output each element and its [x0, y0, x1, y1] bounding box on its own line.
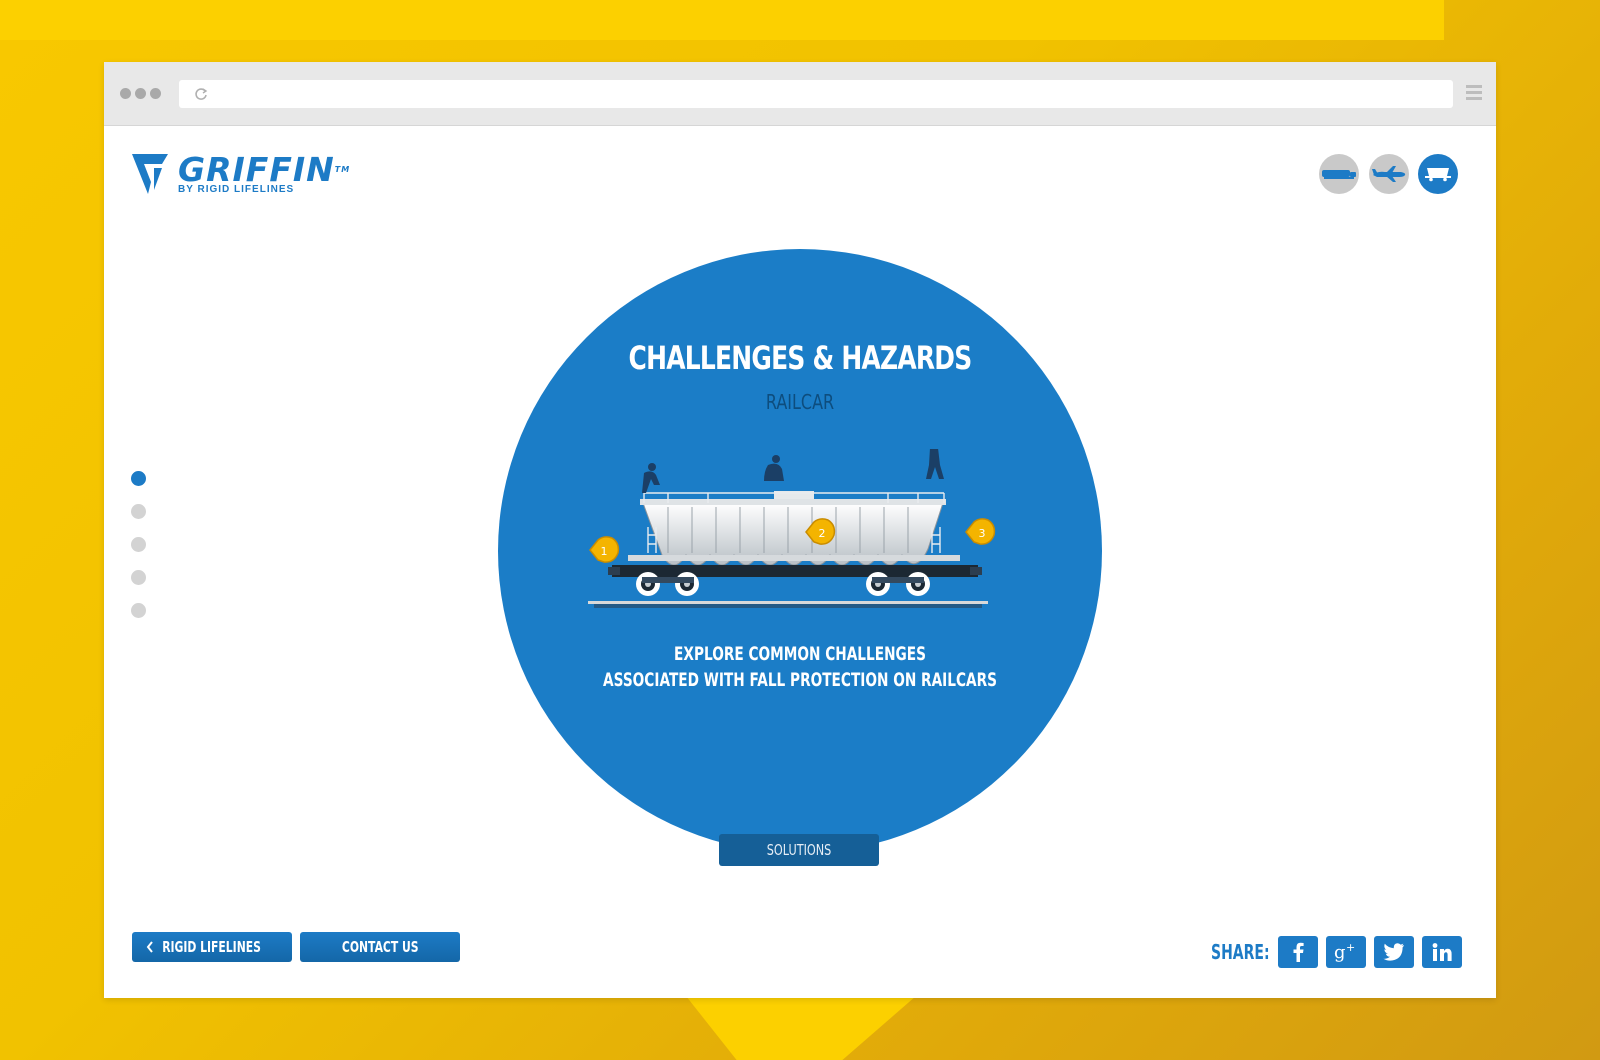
- google-plus-icon: g +: [1334, 941, 1355, 963]
- browser-window: GRIFFINTM BY RIGID LIFELINES CHALLENGES …: [104, 62, 1496, 998]
- solutions-button-label: SOLUTIONS: [766, 841, 832, 859]
- hotspot-label-2: 2: [819, 527, 826, 540]
- contact-us-button[interactable]: CONTACT US: [300, 932, 460, 962]
- share-label: SHARE:: [1211, 940, 1270, 964]
- address-bar[interactable]: [179, 80, 1453, 108]
- hotspot-marker-2[interactable]: 2: [804, 517, 838, 547]
- railcar-illustration: [588, 449, 988, 608]
- truck-icon: [1322, 170, 1356, 179]
- hamburger-menu-icon[interactable]: [1466, 85, 1482, 101]
- linkedin-icon: [1432, 943, 1452, 961]
- google-plus-share-button[interactable]: g +: [1326, 936, 1366, 968]
- rigid-lifelines-button-label: RIGID LIFELINES: [162, 938, 262, 956]
- linkedin-share-button[interactable]: [1422, 936, 1462, 968]
- chevron-left-icon: [146, 941, 153, 953]
- airplane-mode-button[interactable]: [1369, 154, 1409, 194]
- hero-circle: CHALLENGES & HAZARDS RAILCAR 1 2 3 EXPLO…: [498, 249, 1102, 892]
- railcar-icon: [1425, 168, 1451, 182]
- svg-text:+: +: [1346, 941, 1355, 954]
- svg-text:g: g: [1334, 942, 1346, 963]
- window-controls-icon[interactable]: [120, 88, 161, 99]
- twitter-share-button[interactable]: [1374, 936, 1414, 968]
- facebook-icon: [1293, 942, 1304, 962]
- background-triangle: [686, 996, 916, 1060]
- browser-chrome: [104, 62, 1496, 126]
- railcar-mode-button[interactable]: [1418, 154, 1458, 194]
- hotspot-marker-3[interactable]: 3: [964, 517, 998, 547]
- griffin-logo-mark-icon: [132, 154, 168, 194]
- background-top-band: [0, 0, 1444, 40]
- airplane-icon: [1372, 166, 1406, 182]
- contact-us-button-label: CONTACT US: [341, 938, 419, 956]
- hero-description-line-2: ASSOCIATED WITH FALL PROTECTION ON RAILC…: [603, 669, 997, 691]
- reload-icon[interactable]: [193, 86, 209, 102]
- hero-subtitle: RAILCAR: [765, 390, 835, 414]
- hotspot-label-3: 3: [979, 527, 986, 540]
- section-dot-1[interactable]: [131, 471, 146, 486]
- hero-description-line-1: EXPLORE COMMON CHALLENGES: [674, 643, 926, 665]
- rigid-lifelines-back-button[interactable]: RIGID LIFELINES: [132, 932, 292, 962]
- hero-description: EXPLORE COMMON CHALLENGES ASSOCIATED WIT…: [583, 641, 1018, 693]
- hotspot-marker-1[interactable]: 1: [588, 535, 622, 565]
- hero-title: CHALLENGES & HAZARDS: [628, 339, 973, 377]
- truck-mode-button[interactable]: [1319, 154, 1359, 194]
- section-dot-2[interactable]: [131, 504, 146, 519]
- section-dot-5[interactable]: [131, 603, 146, 618]
- facebook-share-button[interactable]: [1278, 936, 1318, 968]
- hotspot-label-1: 1: [601, 545, 608, 558]
- logo-trademark: TM: [334, 165, 351, 174]
- griffin-logo[interactable]: GRIFFINTM BY RIGID LIFELINES: [132, 153, 351, 196]
- chevron-down-icon[interactable]: [786, 877, 810, 893]
- twitter-icon: [1383, 943, 1404, 961]
- section-dot-3[interactable]: [131, 537, 146, 552]
- solutions-button[interactable]: SOLUTIONS: [719, 834, 879, 866]
- section-pagination: [131, 471, 146, 636]
- section-dot-4[interactable]: [131, 570, 146, 585]
